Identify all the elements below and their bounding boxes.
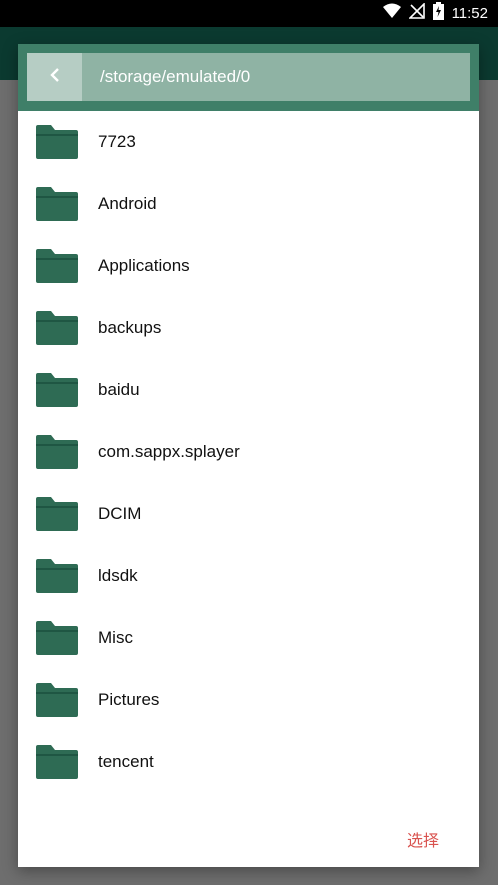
folder-row[interactable]: 7723 <box>18 111 479 173</box>
folder-icon <box>36 683 78 717</box>
folder-name: tencent <box>98 752 154 771</box>
folder-name: baidu <box>98 380 140 399</box>
folder-name: Applications <box>98 256 190 275</box>
folder-name: ldsdk <box>98 566 138 585</box>
folder-row[interactable]: ldsdk <box>18 545 479 607</box>
back-button[interactable] <box>27 53 82 101</box>
folder-picker-dialog: /storage/emulated/0 7723 Android Applica… <box>18 44 479 867</box>
folder-icon <box>36 745 78 779</box>
folder-list: 7723 Android Applications backups baidu … <box>18 111 479 793</box>
dialog-header: /storage/emulated/0 <box>18 44 479 111</box>
no-signal-icon <box>407 2 425 24</box>
folder-row[interactable]: Misc <box>18 607 479 669</box>
folder-row[interactable]: Pictures <box>18 669 479 731</box>
folder-icon <box>36 497 78 531</box>
folder-row[interactable]: baidu <box>18 359 479 421</box>
folder-name: Misc <box>98 628 133 647</box>
folder-row[interactable]: com.sappx.splayer <box>18 421 479 483</box>
folder-name: backups <box>98 318 162 337</box>
folder-icon <box>36 249 78 283</box>
battery-charging-icon <box>432 2 444 25</box>
folder-name: 7723 <box>98 132 136 151</box>
select-button[interactable]: 选择 <box>407 827 439 851</box>
folder-icon <box>36 435 78 469</box>
folder-row[interactable]: tencent <box>18 731 479 793</box>
current-path: /storage/emulated/0 <box>100 67 251 86</box>
folder-row[interactable]: DCIM <box>18 483 479 545</box>
chevron-left-icon <box>49 67 61 88</box>
folder-name: Pictures <box>98 690 160 709</box>
wifi-icon <box>382 3 401 24</box>
folder-row[interactable]: Applications <box>18 235 479 297</box>
folder-row[interactable]: backups <box>18 297 479 359</box>
status-time: 11:52 <box>451 5 488 22</box>
folder-row[interactable]: Android <box>18 173 479 235</box>
folder-name: Android <box>98 194 157 213</box>
folder-icon <box>36 621 78 655</box>
folder-name: com.sappx.splayer <box>98 442 240 461</box>
folder-icon <box>36 311 78 345</box>
folder-icon <box>36 373 78 407</box>
status-bar: 11:52 <box>0 0 498 27</box>
folder-icon <box>36 125 78 159</box>
folder-icon <box>36 187 78 221</box>
folder-name: DCIM <box>98 504 142 523</box>
folder-icon <box>36 559 78 593</box>
path-bar: /storage/emulated/0 <box>27 53 470 101</box>
